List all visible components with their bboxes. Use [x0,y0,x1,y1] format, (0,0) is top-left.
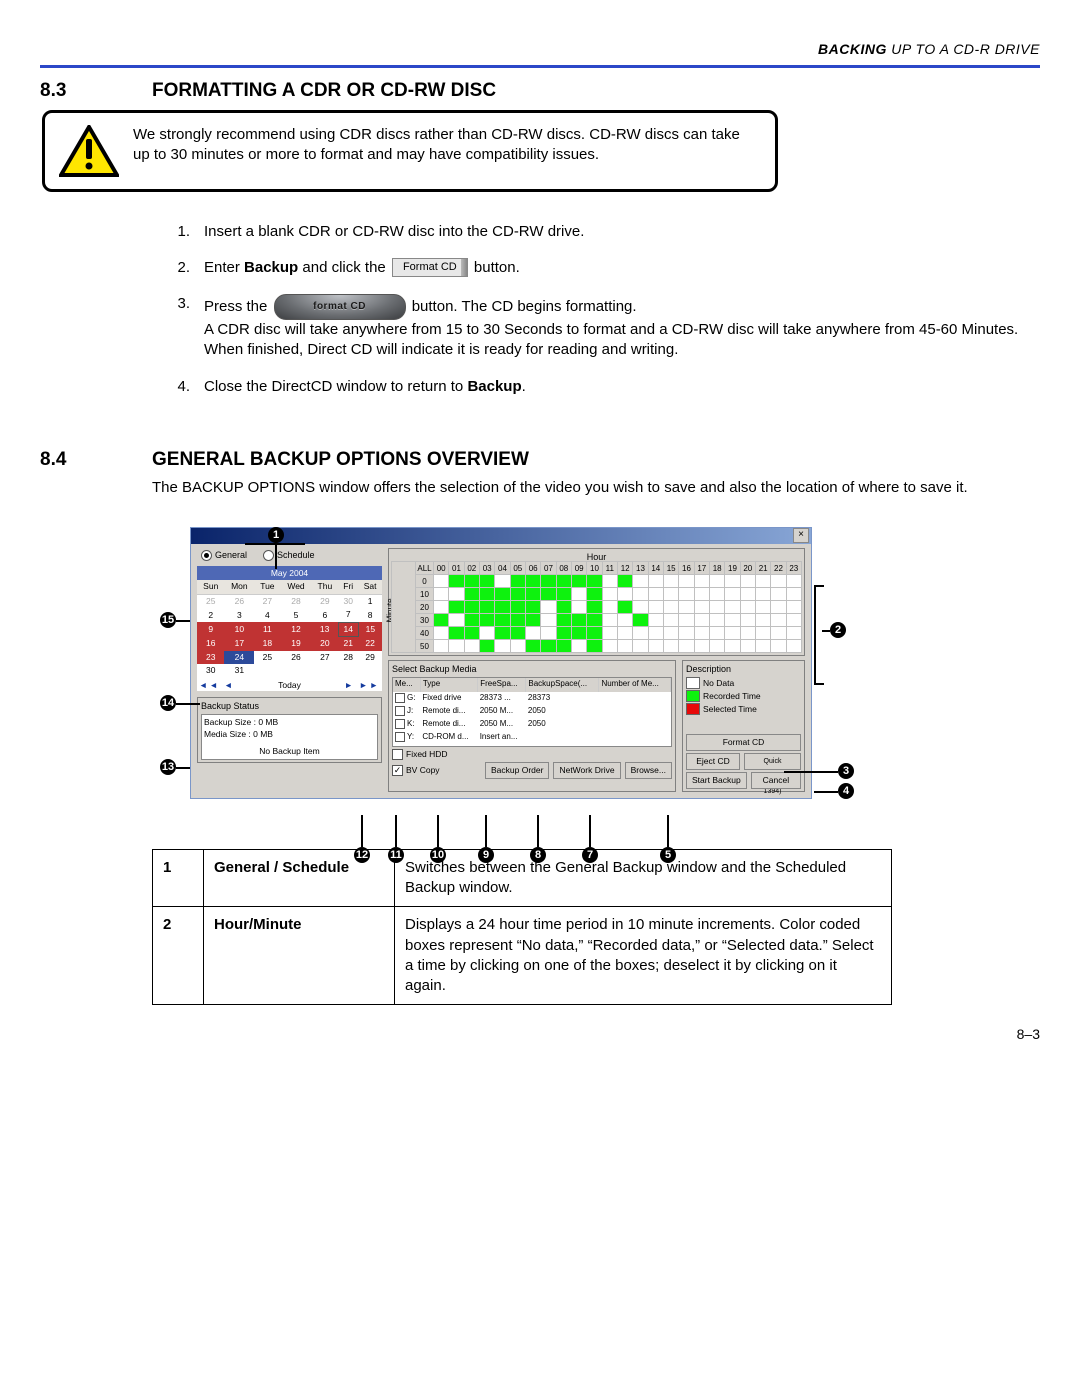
calendar-grid[interactable]: SunMonTueWedThuFriSat 2526272829301 2345… [197,580,382,678]
calendar[interactable]: May 2004 SunMonTueWedThuFriSat 252627282… [197,566,382,691]
calendar-nav[interactable]: ◄◄ ◄ Today ► ►► [197,678,382,691]
page-number: 8–3 [40,1025,1040,1044]
backup-dialog-figure: 1 15 14 13 2 3 4 12 11 10 9 8 7 5 [130,527,1040,799]
feature-table: 1General / ScheduleSwitches between the … [152,849,892,1006]
sec-title-2: GENERAL BACKUP OPTIONS OVERVIEW [152,447,529,473]
hour-minute-grid[interactable]: ALL0001020304050607080910111213141516171… [391,561,802,653]
step-1: 1. Insert a blank CDR or CD-RW disc into… [170,222,1040,242]
warning-box: We strongly recommend using CDR discs ra… [42,110,778,192]
backup-status-title: Backup Status [201,700,378,712]
tab-row: General Schedule [197,548,382,562]
step-2: 2. Enter Backup and click the Format CD … [170,258,1040,278]
swatch-selected [686,703,700,715]
header-rule [40,65,1040,68]
callout-12: 12 [354,847,370,863]
callout-8: 8 [530,847,546,863]
bv-copy-checkbox[interactable] [392,765,403,776]
fixed-hdd-label: Fixed HDD [406,749,448,760]
sec-num: 8.3 [40,78,130,104]
callout-15: 15 [160,612,176,628]
header-strong: BACKING [818,41,887,57]
swatch-recorded [686,690,700,702]
browse-button[interactable]: Browse... [625,762,672,779]
callout-9: 9 [478,847,494,863]
callout-1: 1 [268,527,284,543]
backup-dialog-window: × General Schedule May 2004 SunMonTueWed… [190,527,812,799]
media-table[interactable]: Me...TypeFreeSpa...BackupSpace(...Number… [392,677,672,747]
format-cd-button[interactable]: Format CD [686,734,801,751]
sec-8-4-intro: The BACKUP OPTIONS window offers the sel… [152,478,1040,498]
start-backup-button[interactable]: Start Backup [686,772,747,789]
calendar-month-label: May 2004 [197,566,382,580]
tab-general[interactable]: General [201,549,247,561]
network-drive-button[interactable]: NetWork Drive [553,762,620,779]
sec-num-2: 8.4 [40,447,130,473]
step-4: 4. Close the DirectCD window to return t… [170,377,1040,397]
step-3: 3. Press the format CD button. The CD be… [170,294,1040,361]
backup-status-group: Backup Status Backup Size : 0 MB Media S… [197,697,382,763]
callout-2: 2 [830,622,846,638]
fixed-hdd-checkbox[interactable] [392,749,403,760]
callout-5: 5 [660,847,676,863]
dialog-titlebar: × [191,528,811,544]
backup-status-box: Backup Size : 0 MB Media Size : 0 MB No … [201,714,378,760]
callout-11: 11 [388,847,404,863]
callout-4: 4 [838,783,854,799]
page-header: BACKING UP TO A CD-R DRIVE [40,40,1040,59]
format-cd-small-button[interactable]: Format CD [392,258,468,277]
swatch-nodata [686,677,700,689]
section-8-4-heading: 8.4 GENERAL BACKUP OPTIONS OVERVIEW [40,447,1040,473]
callout-13: 13 [160,759,176,775]
backup-media-group: Select Backup Media Me...TypeFreeSpa...B… [388,660,676,792]
callout-14: 14 [160,695,176,711]
header-rest: UP TO A CD-R DRIVE [887,41,1040,57]
warning-text: We strongly recommend using CDR discs ra… [133,125,759,179]
warning-icon [59,125,119,179]
bv-copy-label: BV Copy [406,765,440,776]
media-title: Select Backup Media [392,663,672,675]
desc-title: Description [686,663,801,675]
quick-format-button[interactable]: Quick Format(IEEE 1394) [744,753,801,770]
backup-order-button[interactable]: Backup Order [485,762,549,779]
step-list: 1. Insert a blank CDR or CD-RW disc into… [170,222,1040,397]
today-button[interactable]: Today [278,680,301,691]
format-cd-pill-button[interactable]: format CD [274,294,406,320]
section-8-3-heading: 8.3 FORMATTING A CDR OR CD-RW DISC [40,78,1040,104]
doc-page: BACKING UP TO A CD-R DRIVE 8.3 FORMATTIN… [40,40,1040,1044]
close-icon[interactable]: × [793,528,809,543]
callout-7: 7 [582,847,598,863]
callout-3: 3 [838,763,854,779]
hour-minute-panel: Hour Minute ALL0001020304050607080910111… [388,548,805,656]
tab-schedule[interactable]: Schedule [263,549,315,561]
eject-cd-button[interactable]: Eject CD [686,753,740,770]
callout-10: 10 [430,847,446,863]
hour-label: Hour [391,551,802,561]
cancel-button[interactable]: Cancel [751,772,801,789]
step-1-text: Insert a blank CDR or CD-RW disc into th… [204,222,1040,242]
sec-title: FORMATTING A CDR OR CD-RW DISC [152,78,496,104]
